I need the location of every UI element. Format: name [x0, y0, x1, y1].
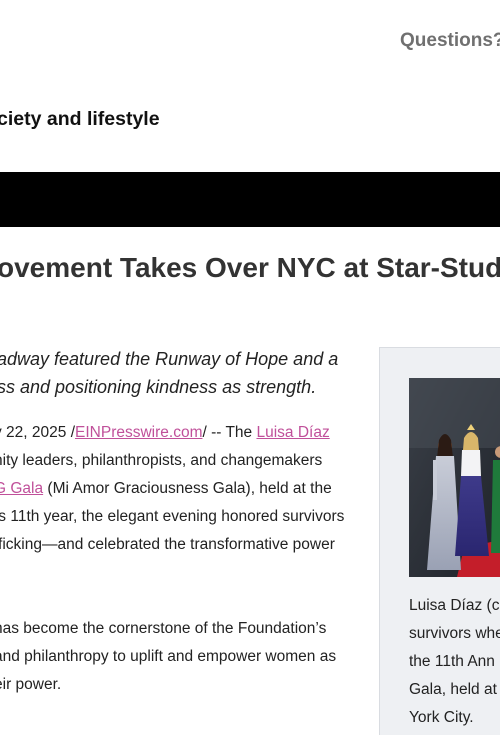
- photo-caption-line: survivors whe: [409, 625, 500, 642]
- gala-photo-image: [409, 378, 500, 577]
- photo-caption-line: the 11th Ann: [409, 653, 495, 670]
- dateline-separator: / -- The: [202, 424, 257, 441]
- dateline-text: y 22, 2025 /: [0, 424, 76, 441]
- article-paragraph-line: y 22, 2025 /EINPresswire.com/ -- The Lui…: [0, 424, 330, 442]
- article-headline: ovement Takes Over NYC at Star-Stud: [0, 252, 500, 283]
- article-lede-line: adway featured the Runway of Hope and a: [0, 349, 339, 369]
- page: Questions? ciety and lifestyle ovement T…: [0, 0, 500, 735]
- article-paragraph-line: has become the cornerstone of the Founda…: [0, 620, 327, 637]
- article-lede-line: ss and positioning kindness as strength.: [0, 377, 317, 397]
- person-link[interactable]: Luisa Díaz: [256, 424, 329, 441]
- article-paragraph-line: eir power.: [0, 676, 62, 693]
- questions-link[interactable]: Questions?: [400, 30, 500, 52]
- gala-photo[interactable]: [409, 378, 500, 577]
- navigation-bar: [0, 172, 500, 227]
- source-link[interactable]: EINPresswire.com: [75, 424, 202, 441]
- gala-description: (Mi Amor Graciousness Gala), held at the: [43, 480, 332, 497]
- article-paragraph-line: ts 11th year, the elegant evening honore…: [0, 508, 345, 525]
- site-tagline: ciety and lifestyle: [0, 108, 160, 130]
- article-paragraph-line: fficking—and celebrated the transformati…: [0, 536, 335, 553]
- photo-caption-line: Gala, held at: [409, 681, 497, 698]
- gala-link[interactable]: G Gala: [0, 480, 43, 497]
- photo-caption-line: York City.: [409, 709, 474, 726]
- article-paragraph-line: and philanthropy to uplift and empower w…: [0, 648, 337, 665]
- photo-caption-line: Luisa Díaz (c: [409, 597, 500, 614]
- article-paragraph-line: G Gala (Mi Amor Graciousness Gala), held…: [0, 480, 332, 498]
- article-paragraph-line: nity leaders, philanthropists, and chang…: [0, 452, 323, 469]
